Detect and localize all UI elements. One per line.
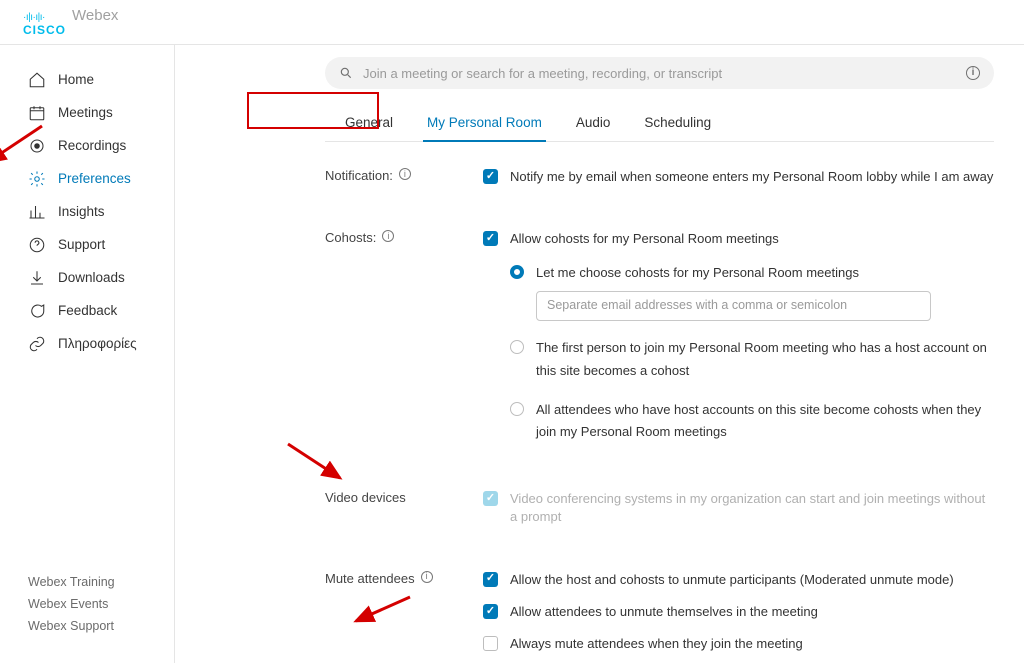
content: Join a meeting or search for a meeting, … xyxy=(175,45,1024,663)
sidebar-item-label: Home xyxy=(58,72,94,87)
tab-audio[interactable]: Audio xyxy=(572,109,615,141)
radio-first-person[interactable] xyxy=(510,340,524,354)
footer-link-support[interactable]: Webex Support xyxy=(28,619,174,633)
search-info-icon[interactable]: i xyxy=(966,66,980,80)
info-icon[interactable]: i xyxy=(421,571,433,583)
calendar-icon xyxy=(28,104,46,122)
sidebar-item-label: Support xyxy=(58,237,105,252)
option-mute2: Allow attendees to unmute themselves in … xyxy=(510,603,994,621)
logo: ·ı|ı·ı|ı· CISCO Webex xyxy=(23,7,118,37)
sidebar-item-recordings[interactable]: Recordings xyxy=(0,129,174,162)
checkbox-allow-cohosts[interactable] xyxy=(483,231,498,246)
search-placeholder: Join a meeting or search for a meeting, … xyxy=(363,66,722,81)
checkbox-mute-opt3[interactable] xyxy=(483,636,498,651)
search-icon xyxy=(339,66,353,80)
tab-my-personal-room[interactable]: My Personal Room xyxy=(423,109,546,142)
sidebar-item-home[interactable]: Home xyxy=(0,63,174,96)
checkbox-notification[interactable] xyxy=(483,169,498,184)
sidebar-item-label: Meetings xyxy=(58,105,113,120)
sidebar-item-label: Recordings xyxy=(58,138,126,153)
option-mute3: Always mute attendees when they join the… xyxy=(510,635,994,653)
sidebar-item-info[interactable]: Πληροφορίες xyxy=(0,327,174,360)
radio-label-all: All attendees who have host accounts on … xyxy=(536,399,994,445)
tab-scheduling[interactable]: Scheduling xyxy=(640,109,715,141)
option-video-devices: Video conferencing systems in my organiz… xyxy=(510,490,994,526)
checkbox-mute-opt2[interactable] xyxy=(483,604,498,619)
search-input[interactable]: Join a meeting or search for a meeting, … xyxy=(325,57,994,89)
checkbox-mute-opt1[interactable] xyxy=(483,572,498,587)
home-icon xyxy=(28,71,46,89)
brand-cisco: CISCO xyxy=(23,23,66,37)
sidebar-item-downloads[interactable]: Downloads xyxy=(0,261,174,294)
gear-icon xyxy=(28,170,46,188)
brand-product: Webex xyxy=(72,7,118,24)
label-notification: Notification: xyxy=(325,168,393,183)
record-icon xyxy=(28,137,46,155)
radio-all-attendees[interactable] xyxy=(510,402,524,416)
cisco-bars-icon: ·ı|ı·ı|ı· xyxy=(23,15,66,21)
label-mute: Mute attendees xyxy=(325,571,415,586)
download-icon xyxy=(28,269,46,287)
sidebar-item-support[interactable]: Support xyxy=(0,228,174,261)
label-video: Video devices xyxy=(325,490,406,505)
sidebar-item-label: Πληροφορίες xyxy=(58,336,137,351)
sidebar-item-preferences[interactable]: Preferences xyxy=(0,162,174,195)
tabs: General My Personal Room Audio Schedulin… xyxy=(325,109,994,142)
cohost-email-input[interactable]: Separate email addresses with a comma or… xyxy=(536,291,931,321)
tab-general[interactable]: General xyxy=(341,109,397,141)
option-mute1: Allow the host and cohosts to unmute par… xyxy=(510,571,994,589)
cohost-email-placeholder: Separate email addresses with a comma or… xyxy=(547,295,847,317)
row-mute-attendees: Mute attendees i Allow the host and coho… xyxy=(325,571,994,663)
sidebar-item-meetings[interactable]: Meetings xyxy=(0,96,174,129)
checkbox-video-devices xyxy=(483,491,498,506)
radio-choose-cohosts[interactable] xyxy=(510,265,524,279)
chat-icon xyxy=(28,302,46,320)
sidebar-item-insights[interactable]: Insights xyxy=(0,195,174,228)
sidebar-item-feedback[interactable]: Feedback xyxy=(0,294,174,327)
sidebar-item-label: Feedback xyxy=(58,303,117,318)
header: ·ı|ı·ı|ı· CISCO Webex xyxy=(0,0,1024,45)
link-icon xyxy=(28,335,46,353)
sidebar: Home Meetings Recordings Preferences Ins… xyxy=(0,45,175,663)
sidebar-item-label: Insights xyxy=(58,204,105,219)
radio-label-first: The first person to join my Personal Roo… xyxy=(536,337,994,383)
footer-link-training[interactable]: Webex Training xyxy=(28,575,174,589)
row-cohosts: Cohosts: i Allow cohosts for my Personal… xyxy=(325,230,994,460)
sidebar-footer: Webex Training Webex Events Webex Suppor… xyxy=(0,575,174,663)
help-icon xyxy=(28,236,46,254)
info-icon[interactable]: i xyxy=(382,230,394,242)
info-icon[interactable]: i xyxy=(399,168,411,180)
option-notification: Notify me by email when someone enters m… xyxy=(510,168,994,186)
option-allow-cohosts: Allow cohosts for my Personal Room meeti… xyxy=(510,230,994,248)
sidebar-item-label: Preferences xyxy=(58,171,131,186)
radio-label-choose: Let me choose cohosts for my Personal Ro… xyxy=(536,265,859,280)
row-video-devices: Video devices Video conferencing systems… xyxy=(325,490,994,540)
row-notification: Notification: i Notify me by email when … xyxy=(325,168,994,200)
chart-icon xyxy=(28,203,46,221)
footer-link-events[interactable]: Webex Events xyxy=(28,597,174,611)
sidebar-item-label: Downloads xyxy=(58,270,125,285)
label-cohosts: Cohosts: xyxy=(325,230,376,245)
